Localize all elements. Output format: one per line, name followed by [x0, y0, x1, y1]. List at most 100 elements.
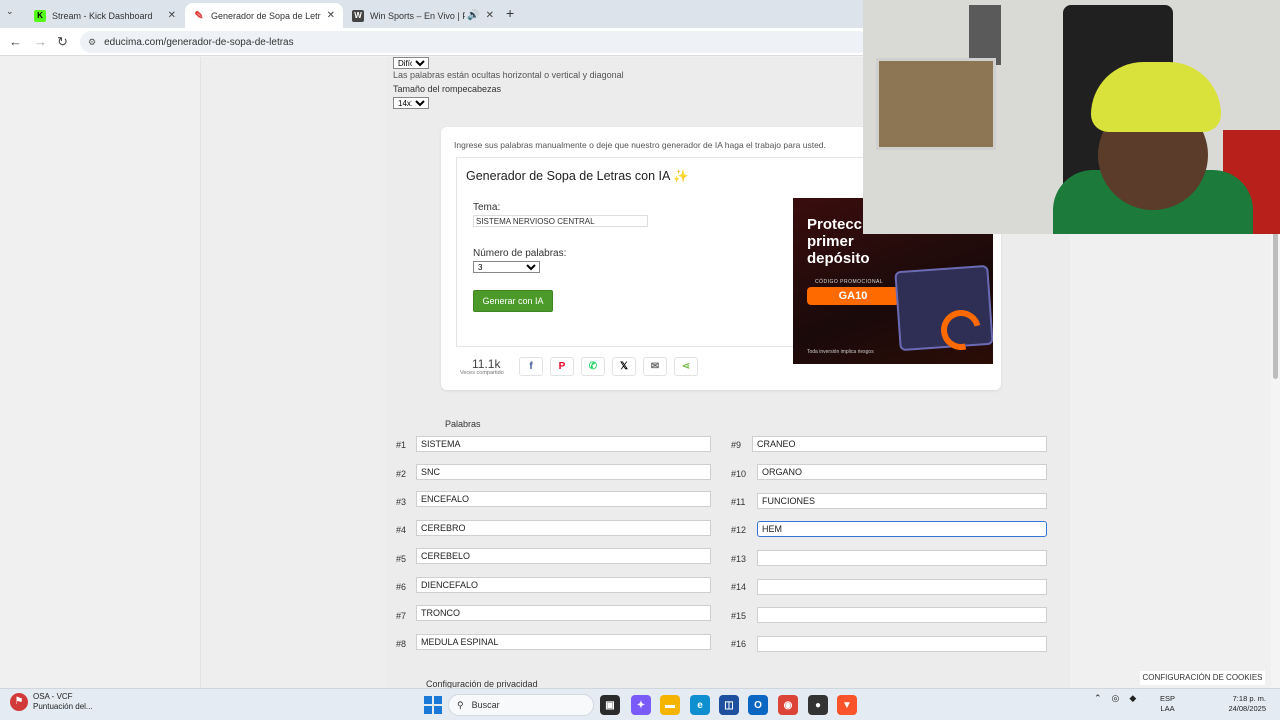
- word-number: #5: [396, 554, 407, 564]
- system-tray: ⌃ ◎ ◆: [1094, 693, 1142, 704]
- tray-app-icon[interactable]: ◆: [1129, 693, 1136, 704]
- address-bar[interactable]: ⚙ educima.com/generador-de-sopa-de-letra…: [80, 31, 870, 53]
- taskbar-search-box[interactable]: ⚲ Buscar: [448, 694, 594, 716]
- word-input-15[interactable]: [757, 607, 1047, 623]
- word-input-1[interactable]: [416, 436, 711, 452]
- widget-title: OSA - VCF: [33, 692, 73, 701]
- tema-label: Tema:: [473, 202, 501, 213]
- brave-icon[interactable]: ▼: [837, 695, 857, 715]
- direction-note: Las palabras están ocultas horizontal o …: [393, 70, 624, 80]
- privacy-settings-link[interactable]: Configuración de privacidad: [426, 679, 538, 688]
- email-share-icon[interactable]: ✉: [643, 357, 667, 376]
- search-icon: ⚲: [457, 699, 464, 710]
- generate-ai-button[interactable]: Generar con IA: [473, 290, 553, 312]
- kick-icon: K: [34, 9, 46, 22]
- ad-disclaimer: Toda inversión implica riesgos: [807, 349, 874, 355]
- keyboard-layout: LAA: [1160, 704, 1175, 713]
- word-number: #8: [396, 639, 407, 649]
- size-select[interactable]: 14x14: [393, 97, 429, 109]
- pencil-icon: ✎: [194, 10, 204, 22]
- word-number: #4: [396, 525, 407, 535]
- word-input-5[interactable]: [416, 548, 711, 564]
- word-input-11[interactable]: [757, 493, 1047, 509]
- tab-kick-dashboard[interactable]: K Stream - Kick Dashboard ✕: [26, 3, 184, 28]
- size-label: Tamaño del rompecabezas: [393, 84, 502, 94]
- word-number: #12: [731, 525, 747, 535]
- share-row: 11.1k Veces compartido f P ✆ 𝕏 ✉ ⋖: [456, 355, 756, 379]
- word-input-12[interactable]: [757, 521, 1047, 537]
- tab-list-chevron-icon[interactable]: ⌄: [6, 6, 14, 17]
- word-input-7[interactable]: [416, 605, 711, 621]
- search-placeholder: Buscar: [471, 700, 500, 710]
- word-number: #6: [396, 582, 407, 592]
- copilot-icon[interactable]: ✦: [631, 695, 651, 715]
- word-input-14[interactable]: [757, 579, 1047, 595]
- ad-promo-code: GA10: [807, 287, 899, 305]
- facebook-share-icon[interactable]: f: [519, 357, 543, 376]
- ad-code-label: CÓDIGO PROMOCIONAL: [815, 279, 884, 285]
- word-input-3[interactable]: [416, 491, 711, 507]
- word-number: #16: [731, 639, 747, 649]
- reload-icon[interactable]: ↻: [57, 34, 68, 50]
- word-input-9[interactable]: [752, 436, 1047, 452]
- pinterest-share-icon[interactable]: P: [550, 357, 574, 376]
- obs-icon[interactable]: ●: [808, 695, 828, 715]
- card-intro-text: Ingrese sus palabras manualmente o deje …: [454, 140, 826, 150]
- site-info-icon[interactable]: ⚙: [88, 37, 96, 48]
- word-number: #14: [731, 582, 747, 592]
- share-count: 11.1k: [472, 357, 501, 371]
- word-input-8[interactable]: [416, 634, 711, 650]
- forward-arrow-icon[interactable]: →: [34, 34, 47, 49]
- x-share-icon[interactable]: 𝕏: [612, 357, 636, 376]
- new-tab-plus-icon[interactable]: +: [506, 5, 514, 21]
- chevron-up-icon[interactable]: ⌃: [1094, 693, 1102, 704]
- word-input-16[interactable]: [757, 636, 1047, 652]
- close-icon[interactable]: ✕: [168, 10, 176, 21]
- tab-title: Win Sports – En Vivo | Pelo: [370, 10, 465, 21]
- word-input-10[interactable]: [757, 464, 1047, 480]
- words-title: Palabras: [445, 419, 481, 429]
- whatsapp-share-icon[interactable]: ✆: [581, 357, 605, 376]
- word-number: #3: [396, 497, 407, 507]
- difficulty-select[interactable]: Difícil: [393, 57, 429, 69]
- network-icon[interactable]: ◎: [1112, 693, 1120, 704]
- winsports-icon: W: [352, 9, 364, 22]
- ai-generator-title: Generador de Sopa de Letras con IA ✨: [466, 169, 689, 183]
- edge-icon[interactable]: e: [690, 695, 710, 715]
- more-share-icon[interactable]: ⋖: [674, 357, 698, 376]
- word-input-6[interactable]: [416, 577, 711, 593]
- outlook-icon[interactable]: O: [748, 695, 768, 715]
- language-code: ESP: [1160, 694, 1176, 703]
- cookie-settings-button[interactable]: CONFIGURACIÓN DE COOKIES: [1140, 671, 1265, 685]
- close-icon[interactable]: ✕: [486, 10, 494, 21]
- back-arrow-icon[interactable]: ←: [9, 34, 22, 49]
- clock-date: 24/08/2025: [1228, 704, 1266, 713]
- tab-title: Generador de Sopa de Letras: [211, 10, 321, 21]
- webcam-overlay: [863, 0, 1280, 234]
- tab-sopa-de-letras[interactable]: ✎ Generador de Sopa de Letras ✕: [185, 3, 343, 28]
- num-words-select[interactable]: 3: [473, 261, 540, 273]
- language-indicator[interactable]: ESP LAA: [1160, 694, 1175, 714]
- sports-score-icon: ⚑: [10, 693, 28, 711]
- close-icon[interactable]: ✕: [327, 10, 335, 21]
- word-input-13[interactable]: [757, 550, 1047, 566]
- speaker-icon[interactable]: 🔊: [467, 10, 479, 21]
- chrome-icon[interactable]: ◉: [778, 695, 798, 715]
- word-number: #15: [731, 611, 747, 621]
- num-words-label: Número de palabras:: [473, 248, 567, 259]
- windows-taskbar: ⚑ OSA - VCF Puntuación del... ⚲ Buscar ▣…: [0, 688, 1280, 720]
- word-number: #9: [731, 440, 742, 450]
- tema-input[interactable]: [473, 215, 648, 227]
- file-explorer-icon[interactable]: ▬: [660, 695, 680, 715]
- webcam-person-cap: [1091, 62, 1221, 132]
- word-input-2[interactable]: [416, 464, 711, 480]
- word-input-4[interactable]: [416, 520, 711, 536]
- task-view-icon[interactable]: ▣: [600, 695, 620, 715]
- weather-widget[interactable]: ⚑ OSA - VCF Puntuación del...: [10, 692, 93, 712]
- store-icon[interactable]: ◫: [719, 695, 739, 715]
- system-clock[interactable]: 7:18 p. m. 24/08/2025: [1220, 694, 1266, 714]
- start-windows-icon[interactable]: [424, 696, 442, 714]
- webcam-wall-poster: [969, 5, 1001, 65]
- tab-win-sports[interactable]: W Win Sports – En Vivo | Pelo 🔊 ✕: [344, 3, 502, 28]
- widget-subtitle: Puntuación del...: [33, 702, 93, 711]
